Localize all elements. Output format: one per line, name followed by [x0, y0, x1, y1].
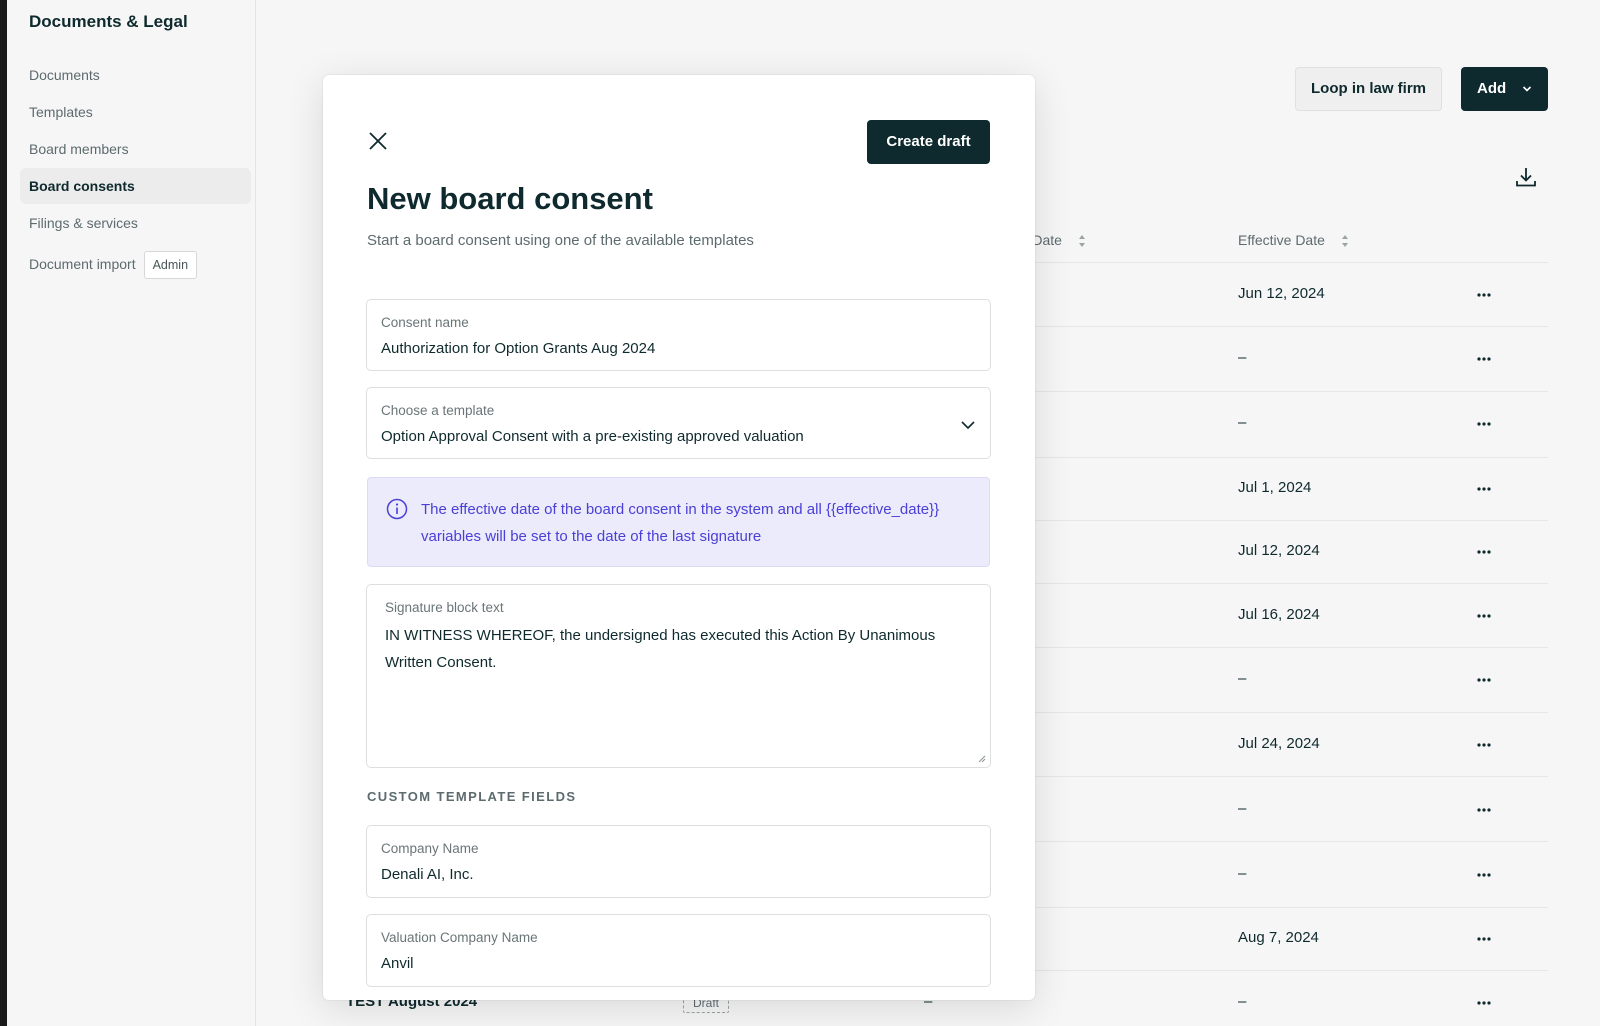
more-icon[interactable]	[1476, 1000, 1492, 1006]
field-label: Valuation Company Name	[381, 930, 538, 945]
template-select[interactable]: Choose a template Option Approval Consen…	[366, 387, 991, 459]
window-edge	[0, 0, 7, 1026]
more-icon[interactable]	[1476, 292, 1492, 298]
effective-date-cell: –	[1238, 349, 1247, 366]
resize-grip-icon[interactable]	[976, 753, 986, 763]
sidebar-item-filings-services[interactable]: Filings & services	[20, 205, 251, 241]
sidebar-item-templates[interactable]: Templates	[20, 94, 251, 130]
sidebar: Documents & Legal Documents Templates Bo…	[7, 0, 256, 1026]
close-icon[interactable]	[367, 130, 389, 152]
field-label: Consent name	[381, 315, 469, 330]
more-icon[interactable]	[1476, 486, 1492, 492]
sidebar-item-board-members[interactable]: Board members	[20, 131, 251, 167]
more-icon[interactable]	[1476, 421, 1492, 427]
modal-subtitle: Start a board consent using one of the a…	[367, 232, 754, 249]
more-icon[interactable]	[1476, 742, 1492, 748]
sidebar-title: Documents & Legal	[29, 12, 188, 31]
field-label: Signature block text	[385, 600, 504, 615]
effective-date-cell: –	[1238, 865, 1247, 882]
valuation-company-name-field[interactable]: Valuation Company Name Anvil	[366, 914, 991, 987]
effective-date-cell: –	[1238, 670, 1247, 687]
field-value: Anvil	[381, 955, 414, 972]
loop-in-law-firm-button[interactable]: Loop in law firm	[1295, 67, 1442, 111]
field-value: Option Approval Consent with a pre-exist…	[381, 428, 804, 445]
more-icon[interactable]	[1476, 356, 1492, 362]
sort-icon	[1078, 235, 1085, 248]
more-icon[interactable]	[1476, 613, 1492, 619]
add-label: Add	[1477, 80, 1507, 97]
effective-date-cell: Jul 12, 2024	[1238, 542, 1320, 559]
info-text: The effective date of the board consent …	[421, 501, 940, 545]
effective-date-cell: Jul 1, 2024	[1238, 479, 1312, 496]
field-value: Authorization for Option Grants Aug 2024	[381, 340, 656, 357]
chevron-down-icon	[1522, 86, 1532, 92]
admin-badge: Admin	[143, 251, 198, 280]
effective-date-cell: Jul 24, 2024	[1238, 735, 1320, 752]
sidebar-item-documents[interactable]: Documents	[20, 57, 251, 93]
custom-template-fields-heading: CUSTOM TEMPLATE FIELDS	[367, 789, 577, 804]
chevron-down-icon	[961, 421, 975, 430]
info-icon	[386, 498, 408, 520]
sort-icon	[1341, 235, 1348, 248]
effective-date-cell: Jul 16, 2024	[1238, 606, 1320, 623]
more-icon[interactable]	[1476, 807, 1492, 813]
field-value: Denali AI, Inc.	[381, 866, 474, 883]
effective-date-cell: –	[1238, 993, 1247, 1010]
effective-date-cell: Jun 12, 2024	[1238, 285, 1325, 302]
new-board-consent-modal: Create draft New board consent Start a b…	[323, 75, 1035, 1000]
modal-title: New board consent	[367, 181, 653, 216]
more-icon[interactable]	[1476, 677, 1492, 683]
column-header-effective-date[interactable]: Effective Date	[1238, 232, 1349, 248]
more-icon[interactable]	[1476, 936, 1492, 942]
effective-date-cell: –	[1238, 414, 1247, 431]
sidebar-item-board-consents[interactable]: Board consents	[20, 168, 251, 204]
more-icon[interactable]	[1476, 549, 1492, 555]
effective-date-cell: Aug 7, 2024	[1238, 929, 1319, 946]
add-button[interactable]: Add	[1461, 67, 1548, 111]
consent-name-field[interactable]: Consent name Authorization for Option Gr…	[366, 299, 991, 371]
field-value: IN WITNESS WHEREOF, the undersigned has …	[385, 627, 936, 671]
field-label: Choose a template	[381, 403, 495, 418]
column-header-label: Effective Date	[1238, 232, 1325, 248]
create-draft-button[interactable]: Create draft	[867, 120, 990, 164]
company-name-field[interactable]: Company Name Denali AI, Inc.	[366, 825, 991, 898]
download-icon[interactable]	[1513, 164, 1539, 190]
info-callout: The effective date of the board consent …	[367, 477, 990, 567]
effective-date-cell: –	[1238, 800, 1247, 817]
sidebar-item-document-import[interactable]: Document import Admin	[20, 246, 251, 282]
more-icon[interactable]	[1476, 872, 1492, 878]
field-label: Company Name	[381, 841, 479, 856]
sidebar-item-label: Document import	[29, 256, 136, 272]
signature-block-textarea[interactable]: Signature block text IN WITNESS WHEREOF,…	[366, 584, 991, 768]
